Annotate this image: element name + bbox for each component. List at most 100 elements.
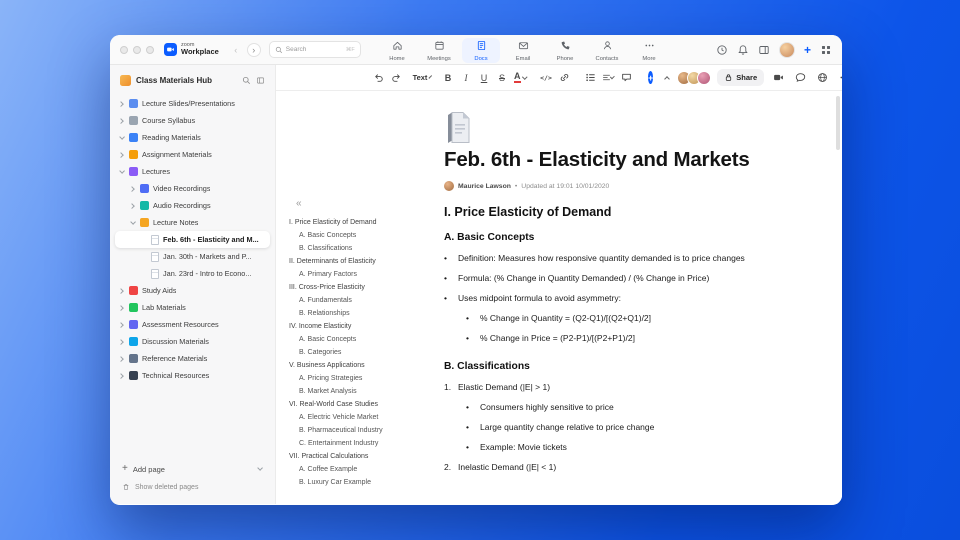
align-dropdown[interactable] (600, 70, 616, 86)
sidebar-item[interactable]: Video Recordings (115, 180, 270, 197)
code-icon[interactable]: </> (538, 70, 554, 86)
text-style-dropdown[interactable]: Text (413, 70, 433, 86)
toc-item[interactable]: B. Market Analysis (289, 385, 431, 398)
chevron-down-icon[interactable] (119, 135, 125, 141)
chevron-right-icon[interactable] (119, 152, 125, 158)
language-globe-icon[interactable] (814, 70, 830, 86)
video-icon[interactable] (770, 70, 786, 86)
tab-meetings[interactable]: Meetings (420, 38, 458, 63)
forward-icon[interactable]: › (246, 42, 261, 57)
font-color-button[interactable]: A (512, 70, 528, 86)
document-content[interactable]: I. Price Elasticity of Demand A. Basic Co… (444, 205, 842, 477)
toc-item[interactable]: I. Price Elasticity of Demand (289, 216, 431, 229)
sidebar-item[interactable]: Technical Resources (115, 367, 270, 384)
collapse-toolbar-icon[interactable] (659, 70, 675, 86)
strikethrough-button[interactable]: S (494, 70, 510, 86)
sidebar-item[interactable]: Assignment Materials (115, 146, 270, 163)
link-icon[interactable] (556, 70, 572, 86)
back-icon[interactable]: ‹ (229, 43, 243, 57)
toc-item[interactable]: A. Pricing Strategies (289, 372, 431, 385)
sidebar-item[interactable]: Lecture Slides/Presentations (115, 95, 270, 112)
tab-more[interactable]: More (630, 38, 668, 63)
sidebar-search-icon[interactable] (242, 76, 251, 85)
undo-icon[interactable] (370, 70, 386, 86)
collapse-sidebar-icon[interactable] (256, 76, 265, 85)
toc-item[interactable]: A. Basic Concepts (289, 229, 431, 242)
toc-item[interactable]: A. Electric Vehicle Market (289, 411, 431, 424)
toc-item[interactable]: VII. Practical Calculations (289, 450, 431, 463)
more-options-icon[interactable] (836, 70, 842, 86)
tab-email[interactable]: Email (504, 38, 542, 63)
toc-item[interactable]: B. Luxury Car Example (289, 476, 431, 489)
toc-item[interactable]: A. Basic Concepts (289, 333, 431, 346)
toc-item[interactable]: A. Fundamentals (289, 294, 431, 307)
bulleted-list-icon[interactable] (582, 70, 598, 86)
share-button[interactable]: Share (717, 69, 765, 86)
window-controls[interactable] (120, 45, 154, 54)
tab-phone[interactable]: Phone (546, 38, 584, 63)
toc-item[interactable]: VI. Real-World Case Studies (289, 398, 431, 411)
history-icon[interactable] (716, 44, 728, 56)
tab-contacts[interactable]: Contacts (588, 38, 626, 63)
chevron-right-icon[interactable] (119, 373, 125, 379)
chevron-right-icon[interactable] (119, 288, 125, 294)
global-search[interactable]: Search ⌘F (268, 41, 361, 58)
chevron-down-icon[interactable] (130, 220, 136, 226)
chevron-right-icon[interactable] (119, 305, 125, 311)
collaborator-avatar[interactable] (697, 70, 712, 85)
chevron-right-icon[interactable] (119, 339, 125, 345)
toc-item[interactable]: B. Classifications (289, 242, 431, 255)
sidebar-item[interactable]: Jan. 30th - Markets and P... (115, 248, 270, 265)
tab-docs[interactable]: Docs (462, 37, 500, 63)
comment-icon[interactable] (618, 70, 634, 86)
minimize-window-icon[interactable] (133, 45, 141, 54)
chevron-right-icon[interactable] (119, 322, 125, 328)
toc-item[interactable]: B. Relationships (289, 307, 431, 320)
show-deleted-pages-button[interactable]: Show deleted pages (122, 480, 263, 494)
sidebar-item[interactable]: Jan. 23rd - Intro to Econo... (115, 265, 270, 282)
sidebar-item[interactable]: Assessment Resources (115, 316, 270, 333)
sidebar-item[interactable]: Discussion Materials (115, 333, 270, 350)
toc-item[interactable]: A. Primary Factors (289, 268, 431, 281)
toc-item[interactable]: IV. Income Elasticity (289, 320, 431, 333)
chevron-right-icon[interactable] (119, 356, 125, 362)
sidebar-item[interactable]: Course Syllabus (115, 112, 270, 129)
sidebar-item[interactable]: Lecture Notes (115, 214, 270, 231)
scrollbar[interactable] (836, 96, 840, 150)
sidebar-item[interactable]: Study Aids (115, 282, 270, 299)
close-window-icon[interactable] (120, 45, 128, 54)
insert-block-button[interactable]: + (648, 71, 654, 84)
redo-icon[interactable] (388, 70, 404, 86)
toc-item[interactable]: V. Business Applications (289, 359, 431, 372)
chevron-down-icon[interactable] (257, 466, 263, 472)
chevron-right-icon[interactable] (130, 203, 136, 209)
apps-grid-icon[interactable] (820, 44, 832, 56)
toc-item[interactable]: B. Pharmaceutical Industry (289, 424, 431, 437)
toc-item[interactable]: A. Coffee Example (289, 463, 431, 476)
tab-home[interactable]: Home (378, 38, 416, 63)
chevron-right-icon[interactable] (119, 101, 125, 107)
collapse-outline-icon[interactable]: « (296, 199, 302, 209)
maximize-window-icon[interactable] (146, 45, 154, 54)
toc-item[interactable]: B. Categories (289, 346, 431, 359)
chevron-right-icon[interactable] (130, 186, 136, 192)
sidebar-item[interactable]: Lab Materials (115, 299, 270, 316)
italic-button[interactable]: I (458, 70, 474, 86)
toc-item[interactable]: III. Cross-Price Elasticity (289, 281, 431, 294)
new-meeting-plus-icon[interactable]: + (804, 44, 811, 56)
sidebar-item[interactable]: Lectures (115, 163, 270, 180)
side-panel-icon[interactable] (758, 44, 770, 56)
sidebar-item[interactable]: Audio Recordings (115, 197, 270, 214)
toc-item[interactable]: II. Determinants of Elasticity (289, 255, 431, 268)
user-avatar[interactable] (778, 41, 795, 58)
notifications-icon[interactable] (737, 44, 749, 56)
chevron-down-icon[interactable] (119, 169, 125, 175)
sidebar-item[interactable]: Reference Materials (115, 350, 270, 367)
bold-button[interactable]: B (440, 70, 456, 86)
sidebar-item[interactable]: Reading Materials (115, 129, 270, 146)
add-page-button[interactable]: + Add page (122, 461, 263, 477)
sidebar-item[interactable]: Feb. 6th - Elasticity and M... (115, 231, 270, 248)
chevron-right-icon[interactable] (119, 118, 125, 124)
toc-item[interactable]: C. Entertainment Industry (289, 437, 431, 450)
chat-icon[interactable] (792, 70, 808, 86)
